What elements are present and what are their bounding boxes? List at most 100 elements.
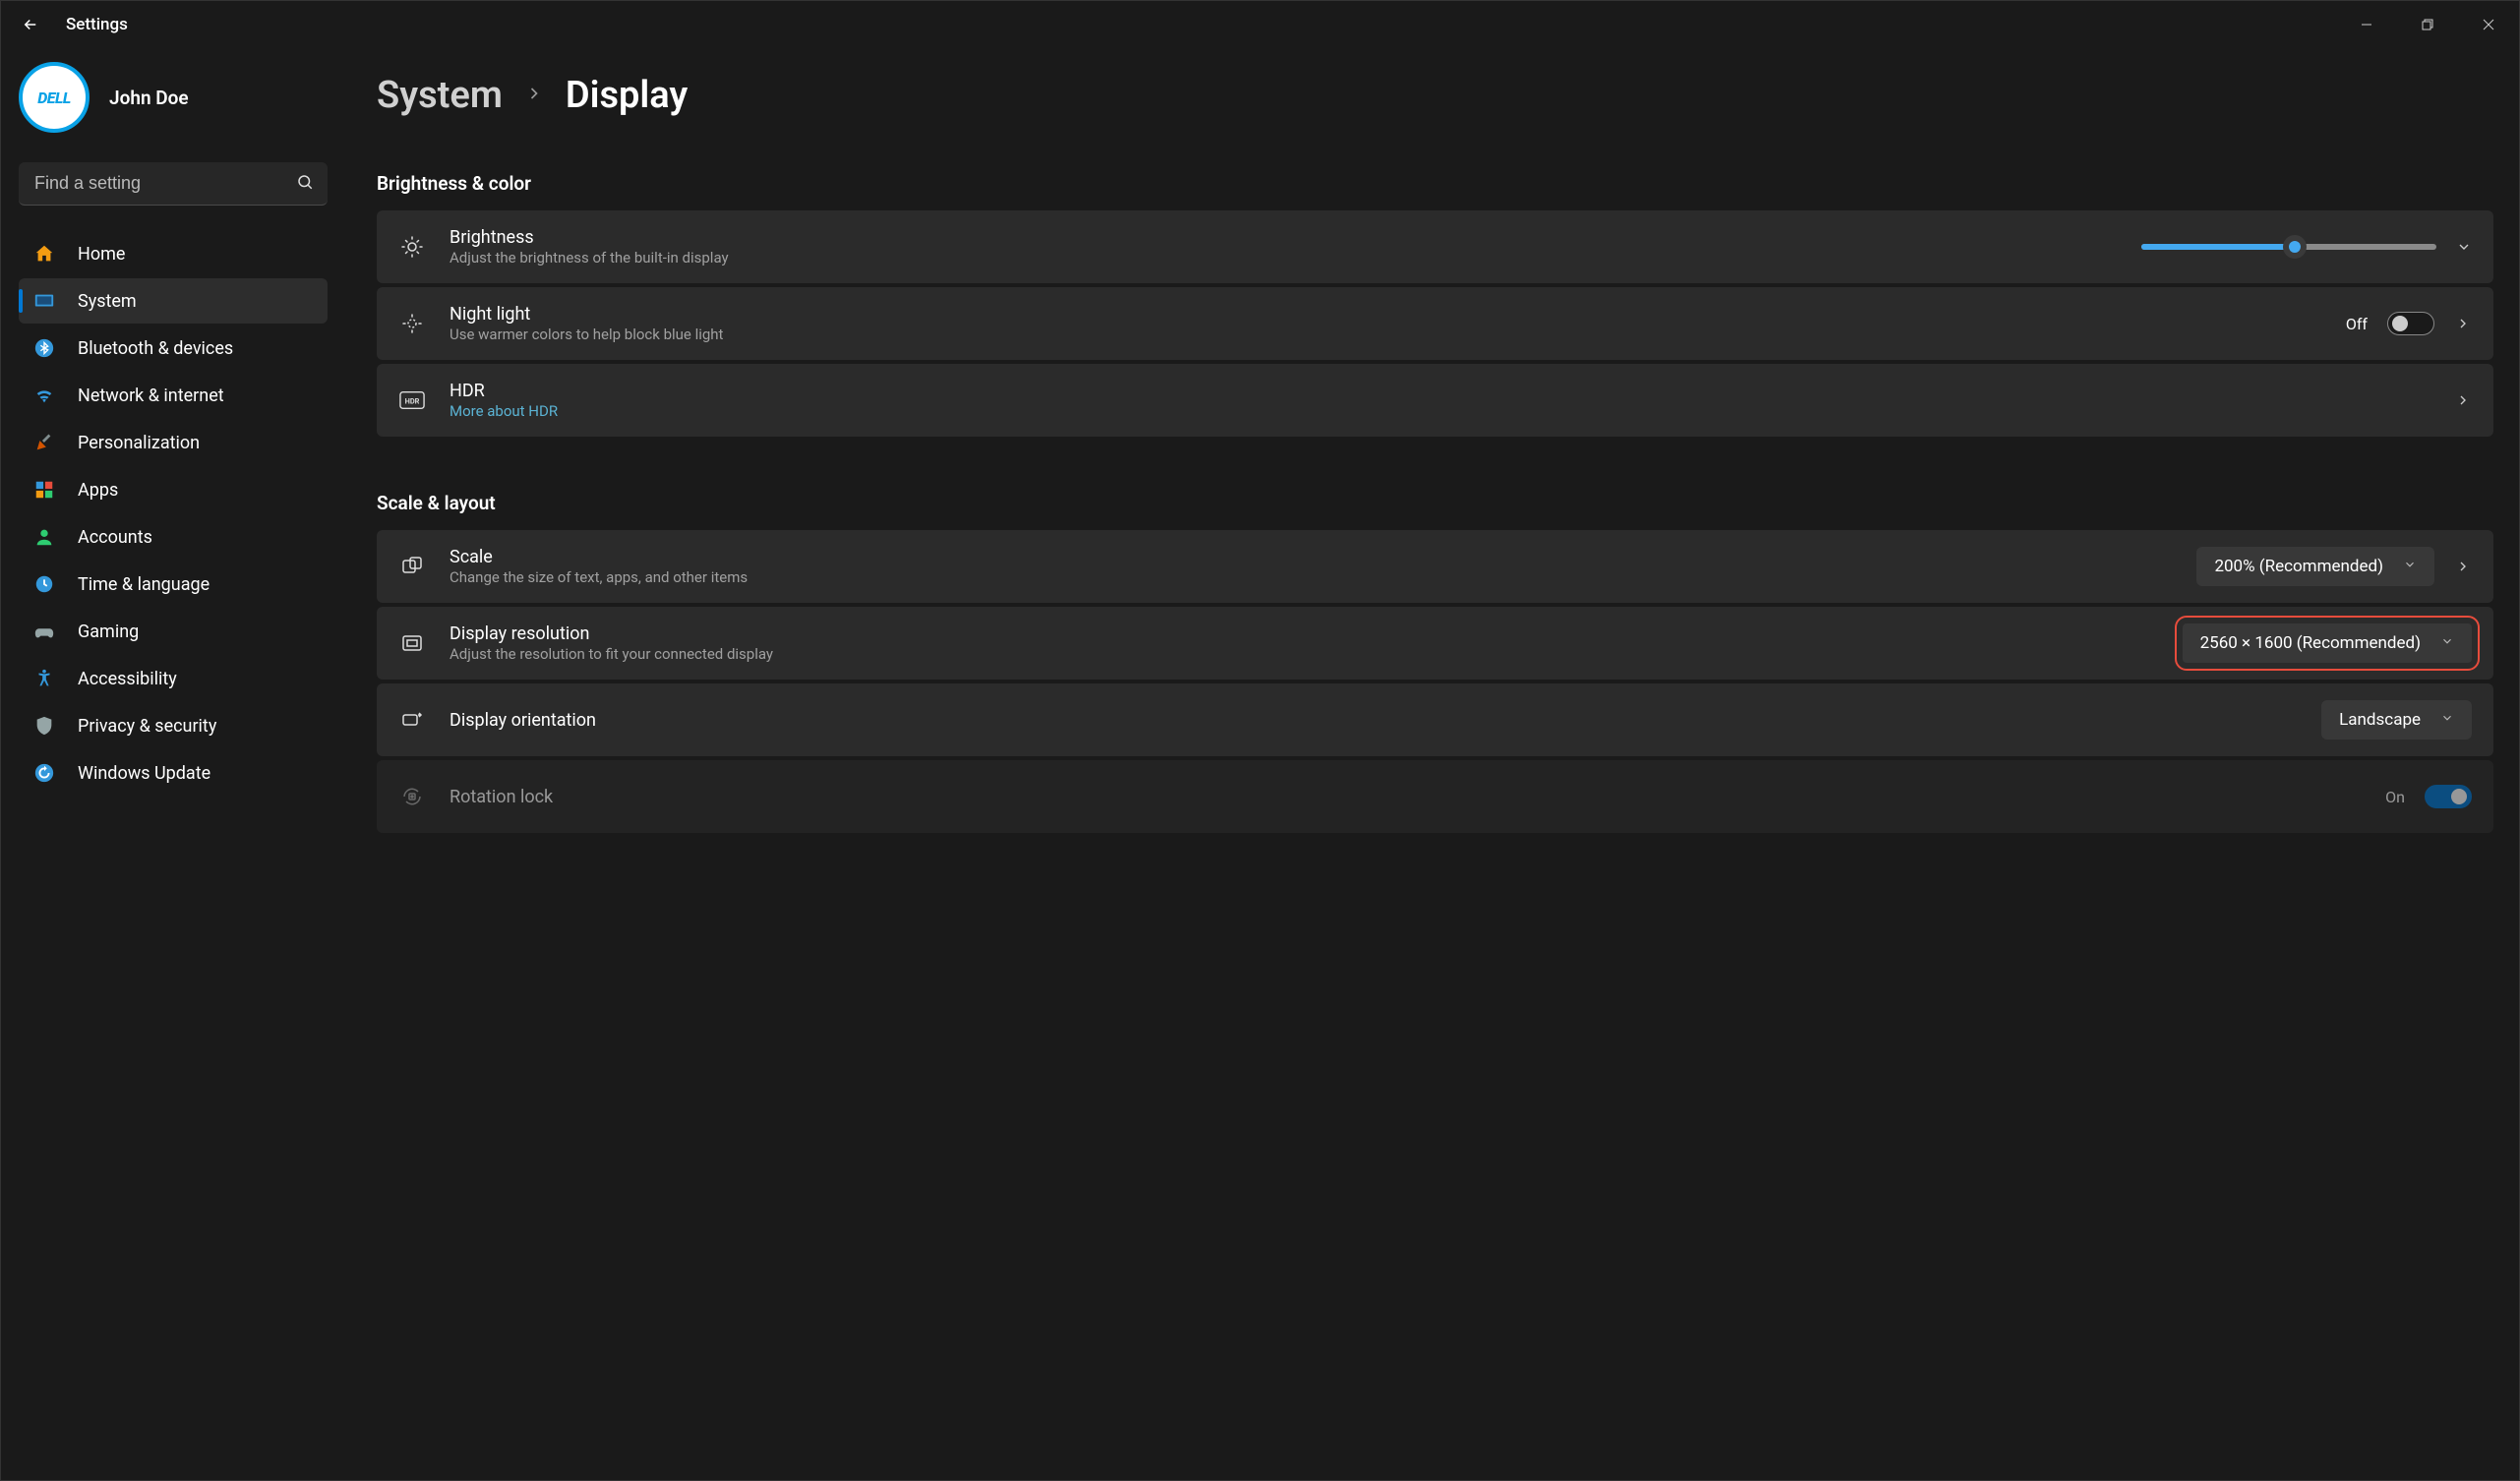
gaming-icon bbox=[32, 620, 56, 643]
sidebar-item-bluetooth[interactable]: Bluetooth & devices bbox=[19, 326, 328, 371]
sidebar-item-label: Accounts bbox=[78, 527, 152, 548]
search-box[interactable] bbox=[19, 162, 328, 206]
sidebar-item-system[interactable]: System bbox=[19, 278, 328, 324]
night-light-icon bbox=[398, 310, 426, 337]
section-title-scale-layout: Scale & layout bbox=[377, 492, 2493, 514]
personalization-icon bbox=[32, 431, 56, 454]
sidebar-item-accounts[interactable]: Accounts bbox=[19, 514, 328, 560]
card-brightness[interactable]: Brightness Adjust the brightness of the … bbox=[377, 210, 2493, 283]
orientation-dropdown[interactable]: Landscape bbox=[2321, 700, 2472, 740]
chevron-right-icon bbox=[524, 84, 544, 108]
sidebar-item-label: Accessibility bbox=[78, 669, 177, 689]
card-display-resolution[interactable]: Display resolution Adjust the resolution… bbox=[377, 607, 2493, 680]
card-title: Scale bbox=[450, 547, 2173, 567]
card-title: Display resolution bbox=[450, 623, 2159, 644]
user-name: John Doe bbox=[109, 87, 189, 109]
card-display-orientation[interactable]: Display orientation Landscape bbox=[377, 683, 2493, 756]
resolution-dropdown[interactable]: 2560 × 1600 (Recommended) bbox=[2183, 623, 2472, 663]
orientation-icon bbox=[398, 706, 426, 734]
sidebar-item-label: Gaming bbox=[78, 622, 139, 642]
resolution-icon bbox=[398, 629, 426, 657]
chevron-right-icon[interactable] bbox=[2454, 559, 2472, 574]
card-night-light[interactable]: Night light Use warmer colors to help bl… bbox=[377, 287, 2493, 360]
card-title: HDR bbox=[450, 381, 2430, 401]
rotation-lock-toggle bbox=[2425, 785, 2472, 808]
card-subtitle: Use warmer colors to help block blue lig… bbox=[450, 326, 2322, 343]
dropdown-value: Landscape bbox=[2339, 710, 2421, 730]
toggle-label: Off bbox=[2346, 315, 2368, 333]
search-input[interactable] bbox=[32, 172, 296, 195]
title-bar: Settings bbox=[1, 1, 2519, 48]
windows-update-icon bbox=[32, 761, 56, 785]
rotation-lock-icon bbox=[398, 783, 426, 810]
accessibility-icon bbox=[32, 667, 56, 690]
scale-dropdown[interactable]: 200% (Recommended) bbox=[2196, 547, 2434, 586]
time-language-icon bbox=[32, 572, 56, 596]
system-icon bbox=[32, 289, 56, 313]
hdr-icon: HDR bbox=[398, 386, 426, 414]
card-title: Rotation lock bbox=[450, 787, 2362, 807]
sidebar-item-network[interactable]: Network & internet bbox=[19, 373, 328, 418]
privacy-icon bbox=[32, 714, 56, 738]
profile-block[interactable]: DELL John Doe bbox=[19, 62, 328, 133]
bluetooth-icon bbox=[32, 336, 56, 360]
sidebar-item-label: Bluetooth & devices bbox=[78, 338, 233, 359]
card-title: Night light bbox=[450, 304, 2322, 325]
home-icon bbox=[32, 242, 56, 266]
night-light-toggle[interactable] bbox=[2387, 312, 2434, 335]
hdr-more-link[interactable]: More about HDR bbox=[450, 402, 2430, 420]
sidebar: DELL John Doe Home System bbox=[1, 48, 345, 1480]
sidebar-item-label: Personalization bbox=[78, 433, 200, 453]
accounts-icon bbox=[32, 525, 56, 549]
chevron-right-icon[interactable] bbox=[2454, 392, 2472, 408]
sidebar-item-label: Home bbox=[78, 244, 125, 265]
chevron-down-icon[interactable] bbox=[2456, 239, 2472, 255]
sidebar-item-personalization[interactable]: Personalization bbox=[19, 420, 328, 465]
breadcrumb-parent[interactable]: System bbox=[377, 74, 503, 117]
sidebar-item-gaming[interactable]: Gaming bbox=[19, 609, 328, 654]
maximize-button[interactable] bbox=[2397, 1, 2458, 48]
network-icon bbox=[32, 384, 56, 407]
card-hdr[interactable]: HDR HDR More about HDR bbox=[377, 364, 2493, 437]
sidebar-item-label: Time & language bbox=[78, 574, 210, 595]
dropdown-value: 200% (Recommended) bbox=[2214, 557, 2383, 576]
window-controls bbox=[2336, 1, 2519, 48]
card-subtitle: Adjust the brightness of the built-in di… bbox=[450, 249, 2118, 267]
sidebar-item-windows-update[interactable]: Windows Update bbox=[19, 750, 328, 796]
sidebar-item-home[interactable]: Home bbox=[19, 231, 328, 276]
card-title: Display orientation bbox=[450, 710, 2298, 731]
minimize-button[interactable] bbox=[2336, 1, 2397, 48]
search-icon bbox=[296, 172, 314, 196]
toggle-label: On bbox=[2385, 788, 2405, 806]
chevron-down-icon bbox=[2440, 710, 2454, 730]
avatar: DELL bbox=[19, 62, 90, 133]
scale-icon bbox=[398, 553, 426, 580]
sidebar-item-apps[interactable]: Apps bbox=[19, 467, 328, 512]
sidebar-item-label: System bbox=[78, 291, 137, 312]
sidebar-item-accessibility[interactable]: Accessibility bbox=[19, 656, 328, 701]
main-content: System Display Brightness & color Bright… bbox=[345, 48, 2519, 1480]
chevron-down-icon bbox=[2403, 557, 2417, 576]
slider-thumb[interactable] bbox=[2283, 235, 2307, 259]
close-button[interactable] bbox=[2458, 1, 2519, 48]
card-subtitle: Adjust the resolution to fit your connec… bbox=[450, 645, 2159, 663]
card-scale[interactable]: Scale Change the size of text, apps, and… bbox=[377, 530, 2493, 603]
card-title: Brightness bbox=[450, 227, 2118, 248]
back-button[interactable] bbox=[19, 13, 42, 36]
chevron-right-icon[interactable] bbox=[2454, 316, 2472, 331]
nav-list: Home System Bluetooth & devices Network … bbox=[19, 231, 328, 796]
app-title: Settings bbox=[66, 15, 128, 34]
chevron-down-icon bbox=[2440, 633, 2454, 653]
breadcrumb-current: Display bbox=[566, 74, 688, 117]
breadcrumb: System Display bbox=[377, 74, 2493, 117]
apps-icon bbox=[32, 478, 56, 502]
sidebar-item-time-language[interactable]: Time & language bbox=[19, 562, 328, 607]
sidebar-item-label: Apps bbox=[78, 480, 118, 501]
sidebar-item-label: Network & internet bbox=[78, 385, 224, 406]
dropdown-value: 2560 × 1600 (Recommended) bbox=[2200, 633, 2421, 653]
sidebar-item-label: Privacy & security bbox=[78, 716, 216, 737]
section-title-brightness-color: Brightness & color bbox=[377, 172, 2493, 195]
brightness-slider[interactable] bbox=[2141, 244, 2436, 250]
sidebar-item-privacy[interactable]: Privacy & security bbox=[19, 703, 328, 748]
brightness-icon bbox=[398, 233, 426, 261]
